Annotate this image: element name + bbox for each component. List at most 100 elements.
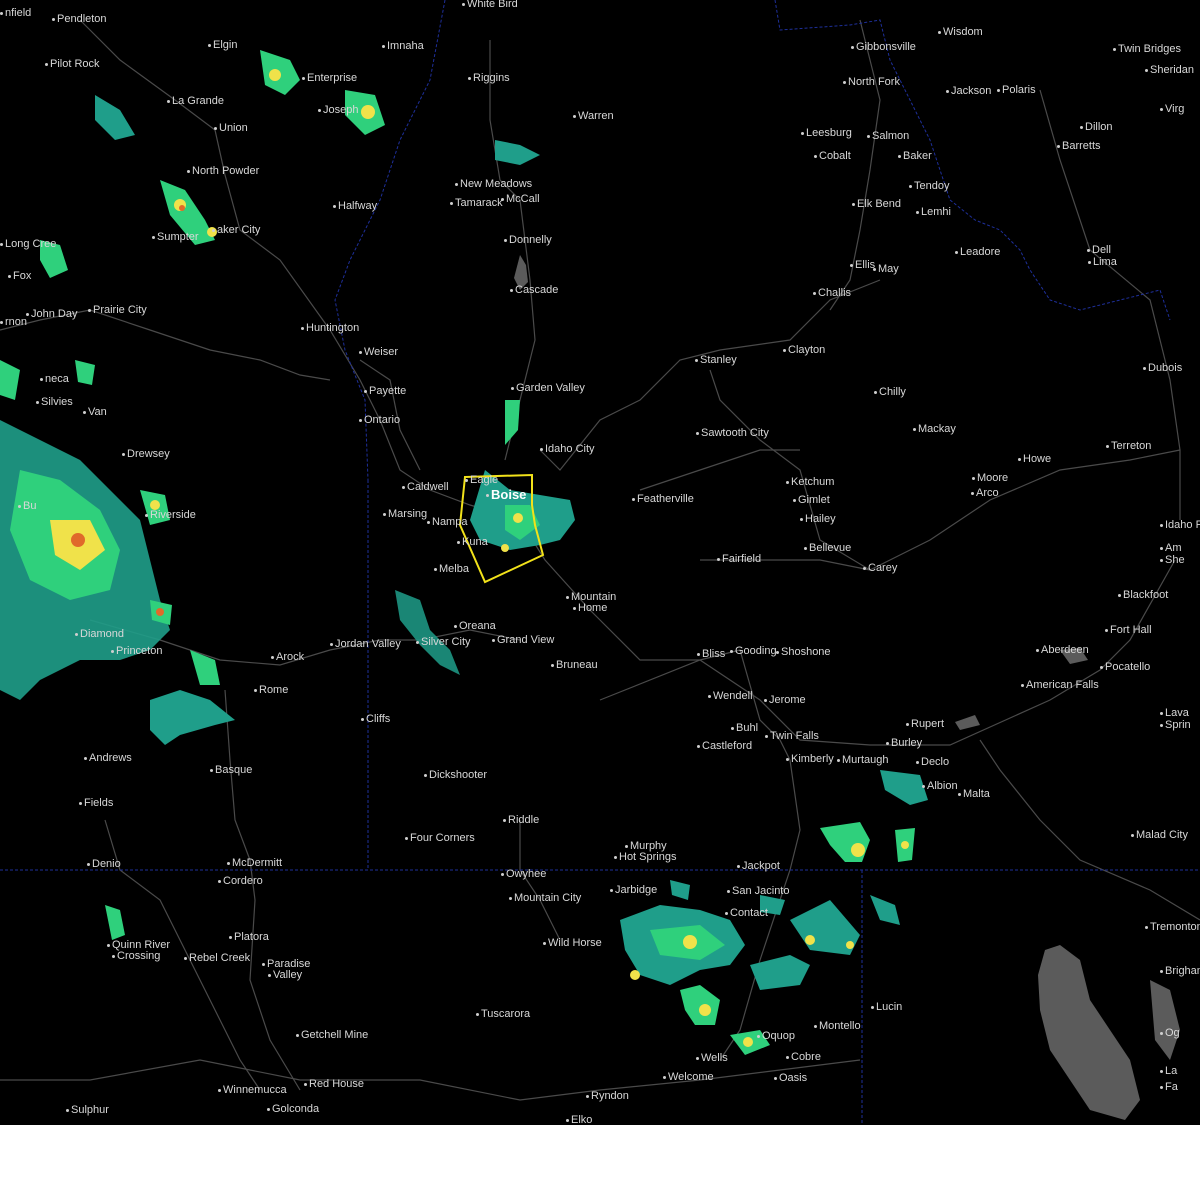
city-name: Leesburg	[806, 127, 852, 139]
city-dot	[271, 655, 274, 659]
city-label-mackay: Mackay	[913, 423, 956, 435]
city-label-lemhi: Lemhi	[916, 206, 951, 218]
city-name: Valley	[273, 969, 303, 981]
city-name: Idaho City	[545, 443, 595, 455]
city-label-lima: Lima	[1088, 256, 1117, 268]
city-name: Bruneau	[556, 659, 598, 671]
city-name: Prairie City	[93, 304, 147, 316]
city-dot	[997, 88, 1000, 92]
city-label-tamarack: Tamarack	[450, 197, 503, 209]
city-dot	[66, 1108, 69, 1112]
city-dot	[886, 741, 889, 745]
city-dot	[1021, 683, 1024, 687]
city-label-bruneau: Bruneau	[551, 659, 598, 671]
city-name: Chilly	[879, 386, 906, 398]
city-name: Elk Bend	[857, 198, 902, 210]
city-dot	[454, 624, 457, 628]
city-name: Wendell	[713, 690, 753, 702]
city-name: Featherville	[637, 493, 694, 505]
city-dot	[111, 649, 114, 653]
city-label-boise: Boise	[486, 488, 526, 501]
city-dot	[152, 235, 155, 239]
city-name: McDermitt	[232, 857, 283, 869]
city-dot	[8, 274, 11, 278]
city-name: Idaho F	[1165, 519, 1200, 531]
city-label-riggins: Riggins	[468, 72, 510, 84]
city-dot	[786, 757, 789, 761]
city-label-clayton: Clayton	[783, 344, 825, 356]
city-label-pendleton: Pendleton	[52, 13, 107, 25]
city-name: Sheridan	[1150, 64, 1195, 76]
city-dot	[1143, 366, 1146, 370]
city-dot	[958, 792, 961, 796]
city-label-castleford: Castleford	[697, 740, 752, 752]
city-label-jordan-valley: Jordan Valley	[330, 638, 401, 650]
city-dot	[318, 108, 321, 112]
city-dot	[871, 1005, 874, 1009]
city-dot	[717, 557, 720, 561]
city-name: Tendoy	[914, 180, 950, 192]
city-label-van: Van	[83, 406, 107, 418]
city-name: Hot Springs	[619, 851, 677, 863]
city-label-aker-city: aker City	[212, 224, 260, 236]
city-name: Rome	[259, 684, 289, 696]
city-name: McCall	[506, 193, 540, 205]
city-name: Wells	[701, 1052, 728, 1064]
map-layers	[0, 0, 1200, 1125]
city-name: Donnelly	[509, 234, 552, 246]
city-name: Leadore	[960, 246, 1001, 258]
city-name: Melba	[439, 563, 469, 575]
city-dot	[1087, 248, 1090, 252]
city-dot	[509, 896, 512, 900]
city-dot	[75, 632, 78, 636]
city-dot	[296, 1033, 299, 1037]
city-label-featherville: Featherville	[632, 493, 694, 505]
city-label-jerome: Jerome	[764, 694, 806, 706]
city-name: Winnemucca	[223, 1084, 287, 1096]
city-name: Arco	[976, 487, 999, 499]
city-label-north-powder: North Powder	[187, 165, 259, 177]
city-name: Cordero	[223, 875, 263, 887]
city-dot	[874, 390, 877, 394]
city-name: San Jacinto	[732, 885, 790, 897]
city-name: Virg	[1165, 103, 1185, 115]
radar-map[interactable]: nfield Pendleton Elgin Imnaha White Bird Gibb…	[0, 0, 1200, 1125]
city-name: Barretts	[1062, 140, 1101, 152]
city-dot	[402, 485, 405, 489]
city-name: Og	[1165, 1027, 1180, 1039]
city-label-tremonton: Tremonton	[1145, 921, 1200, 933]
city-name: Welcome	[668, 1071, 714, 1083]
city-dot	[573, 606, 576, 610]
city-dot	[837, 758, 840, 762]
city-name: Gimlet	[798, 494, 830, 506]
city-name: Twin Bridges	[1118, 43, 1181, 55]
city-name: Malta	[963, 788, 990, 800]
city-dot	[566, 595, 569, 599]
city-label-long-cree: Long Cree	[0, 238, 56, 250]
city-label-jackson: Jackson	[946, 85, 991, 97]
city-dot	[427, 520, 430, 524]
city-dot	[18, 504, 21, 508]
city-dot	[851, 45, 854, 49]
city-name: Platora	[234, 931, 269, 943]
city-label-kimberly: Kimberly	[786, 753, 834, 765]
city-label-leadore: Leadore	[955, 246, 1000, 258]
city-label-dell: Dell	[1087, 244, 1111, 256]
city-name: Denio	[92, 858, 121, 870]
city-label-fields: Fields	[79, 797, 113, 809]
city-name: Garden Valley	[516, 382, 585, 394]
city-name: Stanley	[700, 354, 737, 366]
city-label-john-day: John Day	[26, 308, 77, 320]
city-dot	[727, 889, 730, 893]
city-label-hailey: Hailey	[800, 513, 836, 525]
city-label-bu: Bu	[18, 500, 36, 512]
city-dot	[867, 134, 870, 138]
city-name: Union	[219, 122, 248, 134]
city-dot	[1160, 969, 1163, 973]
city-label-melba: Melba	[434, 563, 469, 575]
city-dot	[455, 182, 458, 186]
city-name: Castleford	[702, 740, 753, 752]
city-dot	[971, 491, 974, 495]
city-name: Rebel Creek	[189, 952, 251, 964]
city-label-getchell-mine: Getchell Mine	[296, 1029, 368, 1041]
